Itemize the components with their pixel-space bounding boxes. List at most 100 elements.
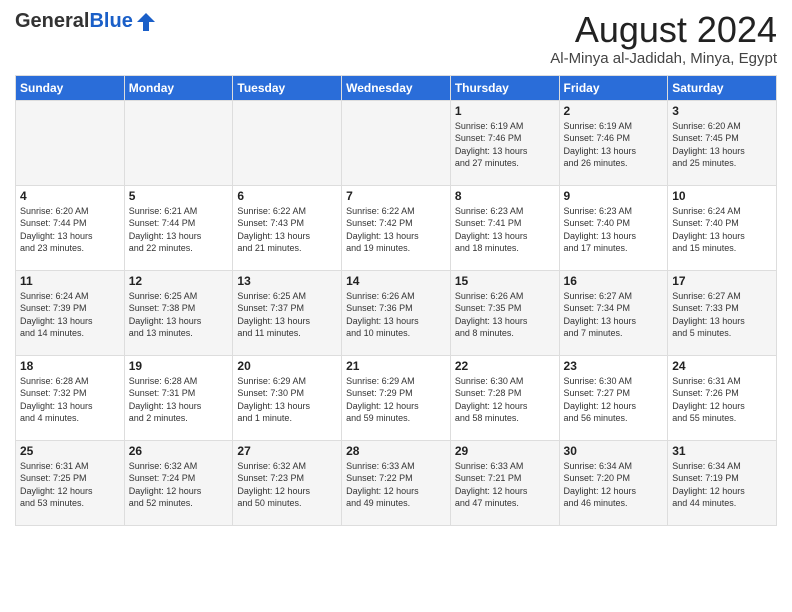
table-row: 26 Sunrise: 6:32 AM Sunset: 7:24 PM Dayli… [124,440,233,525]
day-info: Sunrise: 6:29 AM Sunset: 7:30 PM Dayligh… [237,375,337,425]
table-row [124,100,233,185]
day-number: 23 [564,359,664,373]
day-number: 18 [20,359,120,373]
day-number: 29 [455,444,555,458]
day-info: Sunrise: 6:33 AM Sunset: 7:21 PM Dayligh… [455,460,555,510]
day-info: Sunrise: 6:28 AM Sunset: 7:31 PM Dayligh… [129,375,229,425]
table-row: 8 Sunrise: 6:23 AM Sunset: 7:41 PM Daylig… [450,185,559,270]
table-row [16,100,125,185]
day-number: 7 [346,189,446,203]
col-wednesday: Wednesday [342,75,451,100]
day-number: 11 [20,274,120,288]
day-number: 15 [455,274,555,288]
logo-icon [135,11,157,33]
calendar-week-row: 18 Sunrise: 6:28 AM Sunset: 7:32 PM Dayli… [16,355,777,440]
table-row: 18 Sunrise: 6:28 AM Sunset: 7:32 PM Dayli… [16,355,125,440]
day-number: 2 [564,104,664,118]
day-info: Sunrise: 6:27 AM Sunset: 7:33 PM Dayligh… [672,290,772,340]
logo-blue: Blue [89,10,132,33]
table-row: 7Sunrise: 6:22 AM Sunset: 7:42 PM Daylig… [342,185,451,270]
day-info: Sunrise: 6:20 AM Sunset: 7:44 PM Dayligh… [20,205,120,255]
col-thursday: Thursday [450,75,559,100]
col-sunday: Sunday [16,75,125,100]
day-number: 5 [129,189,229,203]
col-tuesday: Tuesday [233,75,342,100]
day-info: Sunrise: 6:23 AM Sunset: 7:41 PM Dayligh… [455,205,555,255]
day-info: Sunrise: 6:21 AM Sunset: 7:44 PM Dayligh… [129,205,229,255]
day-info: Sunrise: 6:32 AM Sunset: 7:24 PM Dayligh… [129,460,229,510]
calendar-week-row: 11Sunrise: 6:24 AM Sunset: 7:39 PM Dayli… [16,270,777,355]
table-row: 24Sunrise: 6:31 AM Sunset: 7:26 PM Dayli… [668,355,777,440]
logo: General Blue [15,10,157,33]
day-number: 27 [237,444,337,458]
table-row: 11Sunrise: 6:24 AM Sunset: 7:39 PM Dayli… [16,270,125,355]
day-info: Sunrise: 6:25 AM Sunset: 7:38 PM Dayligh… [129,290,229,340]
calendar-table: Sunday Monday Tuesday Wednesday Thursday… [15,75,777,526]
day-info: Sunrise: 6:34 AM Sunset: 7:19 PM Dayligh… [672,460,772,510]
day-number: 30 [564,444,664,458]
day-info: Sunrise: 6:27 AM Sunset: 7:34 PM Dayligh… [564,290,664,340]
logo-general: General [15,10,89,33]
table-row [233,100,342,185]
table-row: 31 Sunrise: 6:34 AM Sunset: 7:19 PM Dayli… [668,440,777,525]
table-row: 9 Sunrise: 6:23 AM Sunset: 7:40 PM Daylig… [559,185,668,270]
day-number: 26 [129,444,229,458]
day-number: 22 [455,359,555,373]
table-row: 20 Sunrise: 6:29 AM Sunset: 7:30 PM Dayli… [233,355,342,440]
day-info: Sunrise: 6:24 AM Sunset: 7:40 PM Dayligh… [672,205,772,255]
page-container: General Blue August 2024 Al-Minya al-Jad… [0,0,792,531]
month-title: August 2024 [550,10,777,50]
day-info: Sunrise: 6:29 AM Sunset: 7:29 PM Dayligh… [346,375,446,425]
day-info: Sunrise: 6:32 AM Sunset: 7:23 PM Dayligh… [237,460,337,510]
day-number: 13 [237,274,337,288]
day-info: Sunrise: 6:30 AM Sunset: 7:28 PM Dayligh… [455,375,555,425]
table-row: 3Sunrise: 6:20 AM Sunset: 7:45 PM Daylig… [668,100,777,185]
day-number: 1 [455,104,555,118]
day-info: Sunrise: 6:26 AM Sunset: 7:36 PM Dayligh… [346,290,446,340]
table-row: 13 Sunrise: 6:25 AM Sunset: 7:37 PM Dayli… [233,270,342,355]
header-row: Sunday Monday Tuesday Wednesday Thursday… [16,75,777,100]
calendar-week-row: 25 Sunrise: 6:31 AM Sunset: 7:25 PM Dayli… [16,440,777,525]
calendar-header: Sunday Monday Tuesday Wednesday Thursday… [16,75,777,100]
table-row: 10 Sunrise: 6:24 AM Sunset: 7:40 PM Dayli… [668,185,777,270]
table-row: 21 Sunrise: 6:29 AM Sunset: 7:29 PM Dayli… [342,355,451,440]
day-info: Sunrise: 6:30 AM Sunset: 7:27 PM Dayligh… [564,375,664,425]
day-info: Sunrise: 6:19 AM Sunset: 7:46 PM Dayligh… [455,120,555,170]
day-info: Sunrise: 6:25 AM Sunset: 7:37 PM Dayligh… [237,290,337,340]
day-number: 14 [346,274,446,288]
day-number: 19 [129,359,229,373]
calendar-week-row: 1 Sunrise: 6:19 AM Sunset: 7:46 PM Daylig… [16,100,777,185]
table-row: 6Sunrise: 6:22 AM Sunset: 7:43 PM Daylig… [233,185,342,270]
day-info: Sunrise: 6:23 AM Sunset: 7:40 PM Dayligh… [564,205,664,255]
day-number: 8 [455,189,555,203]
day-info: Sunrise: 6:31 AM Sunset: 7:25 PM Dayligh… [20,460,120,510]
table-row: 25 Sunrise: 6:31 AM Sunset: 7:25 PM Dayli… [16,440,125,525]
day-number: 9 [564,189,664,203]
day-number: 31 [672,444,772,458]
table-row: 4 Sunrise: 6:20 AM Sunset: 7:44 PM Daylig… [16,185,125,270]
table-row: 16Sunrise: 6:27 AM Sunset: 7:34 PM Dayli… [559,270,668,355]
table-row: 29 Sunrise: 6:33 AM Sunset: 7:21 PM Dayli… [450,440,559,525]
day-number: 28 [346,444,446,458]
col-friday: Friday [559,75,668,100]
calendar-body: 1 Sunrise: 6:19 AM Sunset: 7:46 PM Daylig… [16,100,777,525]
day-info: Sunrise: 6:34 AM Sunset: 7:20 PM Dayligh… [564,460,664,510]
day-number: 21 [346,359,446,373]
day-info: Sunrise: 6:19 AM Sunset: 7:46 PM Dayligh… [564,120,664,170]
table-row: 5 Sunrise: 6:21 AM Sunset: 7:44 PM Daylig… [124,185,233,270]
table-row: 28 Sunrise: 6:33 AM Sunset: 7:22 PM Dayli… [342,440,451,525]
day-number: 25 [20,444,120,458]
table-row: 14 Sunrise: 6:26 AM Sunset: 7:36 PM Dayli… [342,270,451,355]
table-row: 19 Sunrise: 6:28 AM Sunset: 7:31 PM Dayli… [124,355,233,440]
day-number: 10 [672,189,772,203]
table-row: 23 Sunrise: 6:30 AM Sunset: 7:27 PM Dayli… [559,355,668,440]
calendar-week-row: 4 Sunrise: 6:20 AM Sunset: 7:44 PM Daylig… [16,185,777,270]
location: Al-Minya al-Jadidah, Minya, Egypt [550,50,777,67]
day-info: Sunrise: 6:31 AM Sunset: 7:26 PM Dayligh… [672,375,772,425]
day-info: Sunrise: 6:28 AM Sunset: 7:32 PM Dayligh… [20,375,120,425]
day-info: Sunrise: 6:33 AM Sunset: 7:22 PM Dayligh… [346,460,446,510]
day-number: 17 [672,274,772,288]
table-row: 12Sunrise: 6:25 AM Sunset: 7:38 PM Dayli… [124,270,233,355]
day-number: 20 [237,359,337,373]
day-number: 4 [20,189,120,203]
